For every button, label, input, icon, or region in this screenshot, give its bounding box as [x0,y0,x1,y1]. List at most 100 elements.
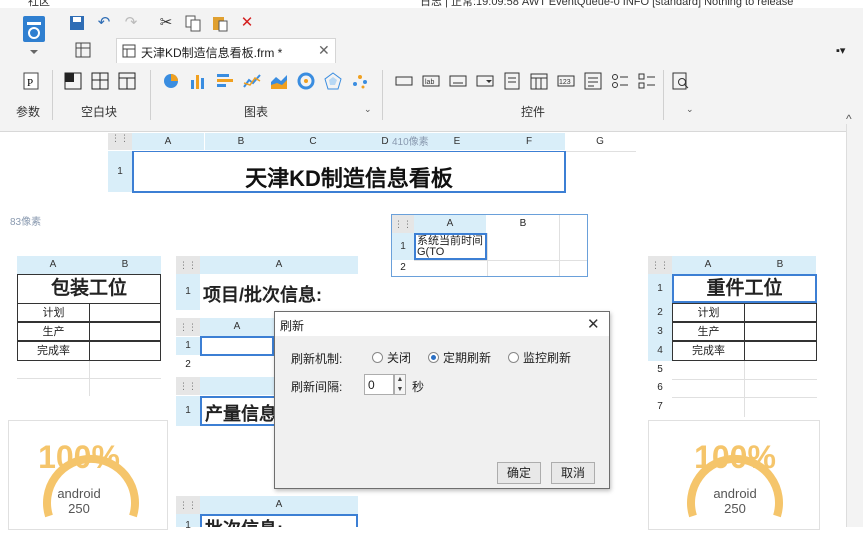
gauge-widget-right[interactable]: 100% android 250 [648,420,820,530]
ok-button[interactable]: 确定 [497,462,541,484]
radar-chart-icon[interactable] [324,72,344,90]
textbox-widget-icon[interactable] [449,72,469,90]
grid-view-icon[interactable] [75,42,91,61]
col-header: B [89,256,161,274]
split-block-icon[interactable] [118,72,138,90]
col-header: E [421,133,493,150]
checkbox-widget-icon[interactable] [638,72,658,90]
interval-stepper[interactable]: ▲ ▼ [394,374,406,395]
cut-icon[interactable]: ✂ [157,14,175,32]
paste-icon[interactable] [211,14,229,32]
widget-group-expand-icon[interactable]: ⌄ [686,104,694,115]
app-menu-button[interactable] [15,12,53,54]
cancel-button[interactable]: 取消 [551,462,595,484]
row-header: 1 [176,274,200,310]
bar-chart-icon[interactable] [189,72,209,90]
chart-group-expand-icon[interactable]: ⌄ [364,104,372,115]
gauge-value: 250 [724,501,746,516]
table-cell[interactable] [744,341,817,361]
list-widget-icon[interactable] [503,72,523,90]
search-widget-icon[interactable] [672,72,692,90]
svg-text:123: 123 [559,79,571,86]
close-tab-icon[interactable]: ✕ [318,42,330,59]
block-handle[interactable]: ⋮⋮ [176,377,200,395]
tab-menu-icon[interactable]: ▪▾ [836,44,845,57]
undo-icon[interactable]: ↶ [95,14,113,32]
row-header: 1 [176,337,200,355]
hbar-chart-icon[interactable] [216,72,236,90]
divider [150,70,151,120]
delete-icon[interactable]: ✕ [238,14,256,32]
table-cell[interactable]: 计划 [17,303,90,322]
selected-cell[interactable] [200,336,274,356]
gauge-widget-left[interactable]: 100% android 250 [8,420,168,530]
table-cell[interactable] [89,322,161,341]
radio-off[interactable]: 关闭 [372,349,411,366]
absolute-block-icon[interactable] [64,72,84,90]
current-time-cell[interactable]: 系统当前时间 G(TO [414,233,487,260]
yield-info-label[interactable]: 产量信息 [200,396,274,426]
row-header: 6 [657,382,663,393]
pie-chart-icon[interactable] [162,72,182,90]
radio-widget-icon[interactable] [611,72,631,90]
batch-info-label[interactable]: 批次信息: [200,514,358,527]
table-cell[interactable] [744,303,817,322]
area-chart-icon[interactable] [270,72,290,90]
radio-circle [508,352,519,363]
grid-line [487,233,488,276]
radio-label: 定期刷新 [443,351,492,365]
radio-label: 监控刷新 [523,351,572,365]
block-handle[interactable]: ⋮⋮ [176,256,200,274]
col-header: A [414,215,486,233]
radio-periodic[interactable]: 定期刷新 [428,349,491,366]
scatter-chart-icon[interactable] [351,72,371,90]
radio-label: 关闭 [387,351,412,365]
parameter-icon[interactable]: P [22,72,42,90]
gauge-chart-icon[interactable] [297,72,317,90]
vertical-scrollbar[interactable] [846,124,863,527]
log-status: 日志 | 正常:19:09:58 AWT EventQueue-0 INFO [… [420,0,794,8]
block-handle[interactable]: ⋮⋮ [108,133,132,150]
radio-monitor[interactable]: 监控刷新 [508,349,571,366]
redo-icon[interactable]: ↷ [122,14,140,32]
save-icon[interactable] [68,14,86,32]
label-widget-icon[interactable]: lab [422,72,442,90]
table-cell[interactable] [744,322,817,341]
textarea-widget-icon[interactable] [584,72,604,90]
number-widget-icon[interactable]: 123 [557,72,577,90]
col-header: B [519,218,527,229]
table-cell[interactable]: 完成率 [672,341,745,361]
block-handle[interactable]: ⋮⋮ [648,256,672,274]
table-cell[interactable] [89,341,161,361]
table-cell[interactable]: 完成率 [17,341,90,361]
community-link[interactable]: 社区 [28,0,50,8]
block-handle[interactable]: ⋮⋮ [176,318,200,336]
title-cell[interactable]: 天津KD制造信息看板 [132,151,566,193]
col-header: C [277,133,349,150]
table-cell[interactable]: 生产 [672,322,745,341]
interval-input[interactable]: 0 [364,374,394,395]
date-widget-icon[interactable] [530,72,550,90]
table-cell[interactable] [89,303,161,322]
project-batch-label[interactable]: 项目/批次信息: [203,281,322,307]
block-handle[interactable]: ⋮⋮ [392,215,414,233]
copy-icon[interactable] [184,14,202,32]
radio-circle [428,352,439,363]
row-header: 1 [648,274,672,303]
heavy-station-title[interactable]: 重件工位 [672,274,817,303]
block-handle[interactable]: ⋮⋮ [176,496,200,514]
button-widget-icon[interactable] [395,72,415,90]
radio-circle [372,352,383,363]
table-cell[interactable]: 生产 [17,322,90,341]
row-header: 4 [648,341,672,361]
tab-block-icon[interactable] [91,72,111,90]
tab-document[interactable]: 天津KD制造信息看板.frm * ✕ [116,38,336,63]
line-chart-icon[interactable] [243,72,263,90]
height-hint: 83像素 [10,217,42,228]
table-cell[interactable]: 计划 [672,303,745,322]
packing-station-title[interactable]: 包装工位 [17,274,161,303]
close-icon[interactable]: ✕ [587,315,600,333]
divider [382,70,383,120]
group-widget-label: 控件 [521,105,546,119]
dropdown-widget-icon[interactable] [476,72,496,90]
